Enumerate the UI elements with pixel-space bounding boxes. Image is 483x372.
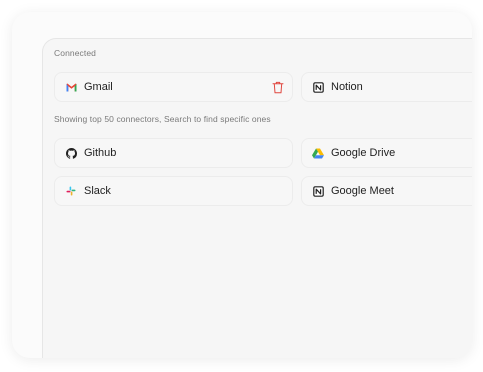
github-icon: [65, 147, 77, 159]
connector-card-google-meet[interactable]: Google Meet: [301, 176, 472, 206]
connector-card-gmail[interactable]: Gmail: [54, 72, 293, 102]
connector-name: Slack: [84, 185, 111, 197]
connector-name: Google Meet: [331, 185, 394, 197]
gmail-icon: [65, 81, 77, 93]
slack-icon: [65, 185, 77, 197]
connected-label: Connected: [54, 48, 97, 58]
connector-name: Gmail: [84, 81, 113, 93]
notion-icon: [312, 81, 324, 93]
connectors-hint: Showing top 50 connectors, Search to fin…: [54, 114, 271, 124]
connector-card-slack[interactable]: Slack: [54, 176, 293, 206]
connectors-panel: Connected Gmail Notion Showing top 50 co…: [42, 38, 472, 358]
google-drive-icon: [312, 147, 324, 159]
connector-card-google-drive[interactable]: Google Drive: [301, 138, 472, 168]
connector-card-github[interactable]: Github: [54, 138, 293, 168]
trash-icon[interactable]: [272, 81, 284, 94]
connector-card-notion[interactable]: Notion: [301, 72, 472, 102]
connector-name: Notion: [331, 81, 363, 93]
connector-name: Github: [84, 147, 117, 159]
connector-name: Google Drive: [331, 147, 396, 159]
connectors-window: Connected Gmail Notion Showing top 50 co…: [12, 12, 472, 358]
google-meet-icon: [312, 185, 324, 197]
